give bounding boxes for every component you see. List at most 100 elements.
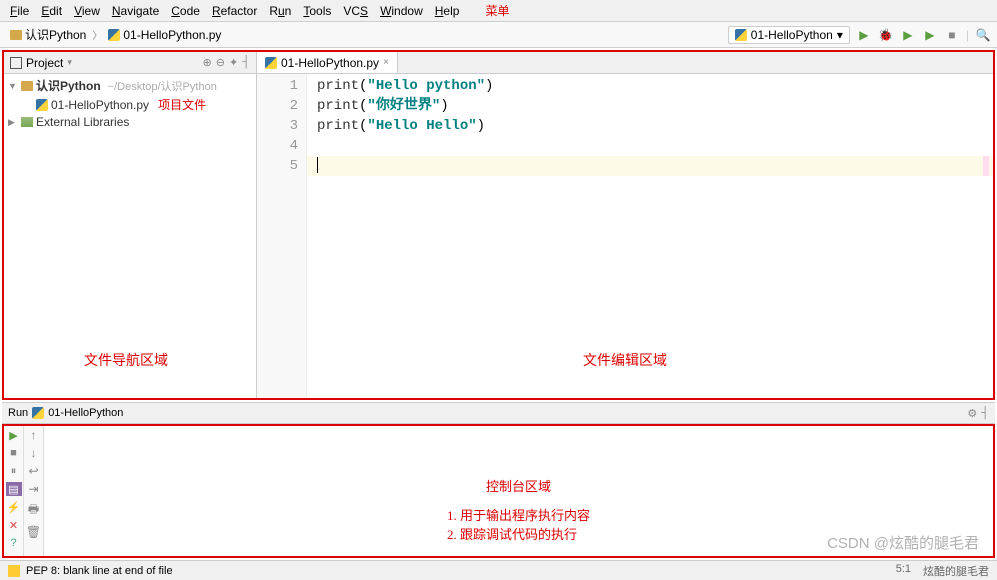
settings-icon[interactable]: ✦ xyxy=(229,56,238,69)
run-button[interactable]: ▶ xyxy=(856,27,872,43)
editor-panel: 01-HelloPython.py × 1 2 3 4 5 print("Hel… xyxy=(257,52,993,398)
python-file-icon xyxy=(36,99,48,111)
breadcrumb-sep: 〉 xyxy=(92,27,102,42)
menu-code[interactable]: Code xyxy=(165,2,206,20)
stop-button[interactable]: ■ xyxy=(7,446,21,460)
hide-panel-icon[interactable]: ┤ xyxy=(242,56,250,69)
breadcrumb-file[interactable]: 01-HelloPython.py xyxy=(104,27,225,43)
pause-button[interactable]: ⏸ xyxy=(7,464,21,478)
debug-button[interactable]: 🐞 xyxy=(878,27,894,43)
project-file-annotation: 项目文件 xyxy=(158,96,206,113)
toolbar: 认识Python 〉 01-HelloPython.py 01-HelloPyt… xyxy=(0,22,997,48)
line-num[interactable]: 4 xyxy=(257,136,298,156)
menu-navigate[interactable]: Navigate xyxy=(106,2,165,20)
run-toolbar-left2: ↑ ↓ ↩ ⇥ 🖶 🗑 xyxy=(24,426,44,556)
menu-window[interactable]: Window xyxy=(374,2,429,20)
run-panel-header: Run 01-HelloPython ⚙ ┤ xyxy=(2,402,995,424)
tree-external-libs[interactable]: ▶ External Libraries xyxy=(8,114,252,130)
code-line-3[interactable]: print("Hello Hello") xyxy=(317,116,983,136)
scroll-from-source-icon[interactable]: ⊖ xyxy=(216,56,225,69)
project-panel-title[interactable]: Project ▾ xyxy=(10,56,72,70)
cursor xyxy=(317,157,318,173)
menu-help[interactable]: Help xyxy=(429,2,466,20)
library-icon xyxy=(21,117,33,127)
search-button[interactable]: 🔍 xyxy=(975,27,991,43)
console-ann-desc1: 1. 用于输出程序执行内容 xyxy=(447,505,590,524)
code-line-5[interactable] xyxy=(307,156,993,176)
menu-edit[interactable]: Edit xyxy=(35,2,68,20)
error-stripe[interactable] xyxy=(983,156,989,176)
tree-arrow-collapsed-icon[interactable]: ▶ xyxy=(8,117,18,128)
exit-button[interactable]: ⚡ xyxy=(7,500,21,514)
scroll-end-button[interactable]: ⇥ xyxy=(28,482,38,496)
close-button[interactable]: ✕ xyxy=(7,518,21,532)
rerun-button[interactable]: ▶ xyxy=(7,428,21,442)
breadcrumb-root[interactable]: 认识Python xyxy=(6,25,90,44)
project-icon xyxy=(10,57,22,69)
main-area: Project ▾ ⊕ ⊖ ✦ ┤ ▼ 认识Python ~/Desktop/认… xyxy=(2,50,995,400)
help-button[interactable]: ? xyxy=(7,536,21,550)
tree-file[interactable]: 01-HelloPython.py 项目文件 xyxy=(8,95,252,114)
line-num[interactable]: 5 xyxy=(257,156,298,176)
tree-file-label: 01-HelloPython.py xyxy=(51,98,149,112)
status-bar: PEP 8: blank line at end of file 5:1 炫酷的… xyxy=(0,560,997,580)
up-stack-button[interactable]: ↑ xyxy=(31,428,37,442)
project-panel-title-label: Project xyxy=(26,56,63,70)
tree-external-libs-label: External Libraries xyxy=(36,115,129,129)
clear-button[interactable]: 🗑 xyxy=(26,525,41,539)
menu-run[interactable]: Run xyxy=(263,2,297,20)
menu-view[interactable]: View xyxy=(68,2,106,20)
watermark: CSDN @炫酷的腿毛君 xyxy=(827,532,979,553)
line-gutter: 1 2 3 4 5 xyxy=(257,74,307,398)
folder-icon xyxy=(21,81,33,91)
line-num[interactable]: 1 xyxy=(257,76,298,96)
nav-area-annotation: 文件导航区域 xyxy=(84,350,168,370)
breadcrumb: 认识Python 〉 01-HelloPython.py xyxy=(6,25,225,44)
collapse-all-icon[interactable]: ⊕ xyxy=(203,56,212,69)
tree-arrow-expanded-icon[interactable]: ▼ xyxy=(8,81,18,91)
down-stack-button[interactable]: ↓ xyxy=(31,446,37,460)
code-line-1[interactable]: print("Hello python") xyxy=(317,76,983,96)
run-coverage-button[interactable]: ▶ xyxy=(900,27,916,43)
menu-bar: File Edit View Navigate Code Refactor Ru… xyxy=(0,0,997,22)
python-file-icon xyxy=(108,29,120,41)
close-tab-icon[interactable]: × xyxy=(383,57,389,68)
hide-panel-icon[interactable]: ┤ xyxy=(981,407,989,420)
breadcrumb-file-label: 01-HelloPython.py xyxy=(123,28,221,42)
soft-wrap-button[interactable]: ↩ xyxy=(28,464,38,478)
project-tree: ▼ 认识Python ~/Desktop/认识Python 01-HelloPy… xyxy=(4,74,256,132)
menu-file[interactable]: File xyxy=(4,2,35,20)
gear-icon[interactable]: ⚙ xyxy=(967,407,977,420)
run-title-prefix: Run xyxy=(8,407,28,419)
run-config-selector[interactable]: 01-HelloPython ▾ xyxy=(728,26,850,44)
editor-tab-label: 01-HelloPython.py xyxy=(281,56,379,70)
console-ann-title: 控制台区域 xyxy=(447,476,590,495)
run-title-name: 01-HelloPython xyxy=(48,407,123,419)
toolbar-right: 01-HelloPython ▾ ▶ 🐞 ▶ ▶ ■ | 🔍 xyxy=(728,26,991,44)
run-panel-tools: ⚙ ┤ xyxy=(967,407,989,420)
run-config-label: 01-HelloPython xyxy=(751,28,833,42)
run-toolbar-left: ▶ ■ ⏸ ▤ ⚡ ✕ ? xyxy=(4,426,24,556)
editor-tab[interactable]: 01-HelloPython.py × xyxy=(257,52,398,73)
breadcrumb-root-label: 认识Python xyxy=(25,26,86,43)
menu-tools[interactable]: Tools xyxy=(297,2,337,20)
tree-root[interactable]: ▼ 认识Python ~/Desktop/认识Python xyxy=(8,76,252,95)
menu-vcs[interactable]: VCS xyxy=(337,2,374,20)
dump-threads-button[interactable]: ▤ xyxy=(6,482,22,496)
code-line-4[interactable] xyxy=(317,136,983,156)
line-num[interactable]: 2 xyxy=(257,96,298,116)
console-annotation: 控制台区域 1. 用于输出程序执行内容 2. 跟踪调试代码的执行 xyxy=(447,476,590,543)
python-file-icon xyxy=(32,407,44,419)
menu-refactor[interactable]: Refactor xyxy=(206,2,263,20)
run-panel-title[interactable]: Run 01-HelloPython xyxy=(8,407,123,419)
tree-root-path: ~/Desktop/认识Python xyxy=(108,78,217,94)
console-ann-desc2: 2. 跟踪调试代码的执行 xyxy=(447,524,590,543)
project-panel-tools: ⊕ ⊖ ✦ ┤ xyxy=(203,56,250,69)
profile-button[interactable]: ▶ xyxy=(922,27,938,43)
line-num[interactable]: 3 xyxy=(257,116,298,136)
folder-icon xyxy=(10,30,22,40)
print-button[interactable]: 🖶 xyxy=(28,500,39,521)
stop-button[interactable]: ■ xyxy=(944,27,960,43)
code-line-2[interactable]: print("你好世界") xyxy=(317,96,983,116)
dropdown-arrow-icon: ▾ xyxy=(67,57,72,68)
